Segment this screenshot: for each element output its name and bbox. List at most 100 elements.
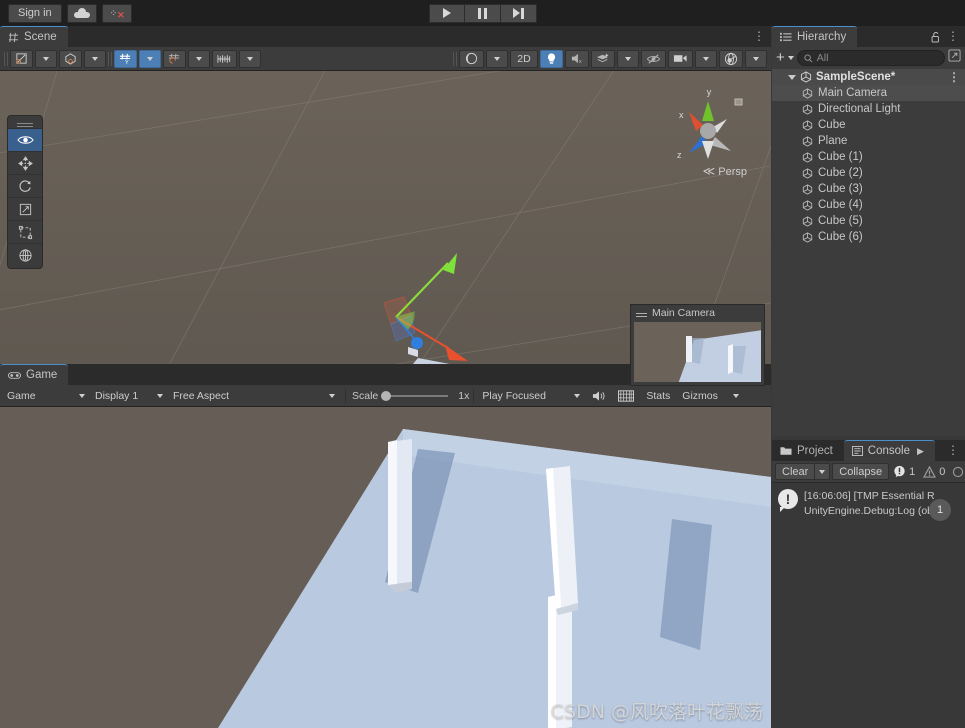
tab-hierarchy-label: Hierarchy xyxy=(797,31,847,43)
gizmos-icon[interactable] xyxy=(719,49,743,68)
console-log-list[interactable]: ! [16:06:06] [TMP Essential R UnityEngin… xyxy=(772,483,965,728)
ruler-dropdown[interactable] xyxy=(239,49,261,68)
hierarchy-item-cube-1[interactable]: Cube (1) xyxy=(772,149,965,165)
bug-report-icon[interactable]: ⁘ ✕ xyxy=(101,3,132,23)
game-scale-slider[interactable] xyxy=(381,390,449,401)
error-exclamation-icon xyxy=(894,465,905,478)
fx-dropdown[interactable] xyxy=(617,49,639,68)
game-focusmode-dropdown[interactable]: Play Focused xyxy=(479,387,585,405)
game-gizmos-dropdown[interactable] xyxy=(725,387,747,405)
pivot-icon[interactable] xyxy=(10,49,33,68)
scene-camera-dropdown[interactable] xyxy=(695,49,717,68)
console-menu-icon[interactable]: ⋮ xyxy=(947,444,959,456)
sign-in-button[interactable]: Sign in xyxy=(8,3,62,23)
2d-toggle-button[interactable]: 2D xyxy=(510,49,538,68)
grid-snapping-dropdown[interactable] xyxy=(139,49,161,68)
game-display-dropdown[interactable]: Display 1 xyxy=(92,387,168,405)
tab-console[interactable]: Console ▶ xyxy=(843,440,935,461)
scene-viewport[interactable]: y x z ≪ Persp Main Camera xyxy=(0,71,771,390)
hierarchy-item-label: Cube (4) xyxy=(818,199,863,211)
hierarchy-panel: Hierarchy ⋮ + All SampleScene* ⋮ Main Ca… xyxy=(772,26,965,436)
hierarchy-toolbar: + All xyxy=(772,47,965,69)
warning-triangle-icon xyxy=(923,465,937,478)
projection-mode-label[interactable]: ≪ Persp xyxy=(703,164,747,178)
console-clear-dropdown[interactable] xyxy=(814,463,831,480)
speaker-icon[interactable] xyxy=(587,387,611,405)
gameobject-icon xyxy=(802,119,813,131)
console-error-count[interactable]: 1 xyxy=(889,465,919,478)
pivot-dropdown[interactable] xyxy=(35,49,57,68)
play-button[interactable] xyxy=(428,3,465,23)
transform-tool[interactable] xyxy=(8,243,42,266)
global-local-dropdown[interactable] xyxy=(84,49,106,68)
hierarchy-item-cube-2[interactable]: Cube (2) xyxy=(772,165,965,181)
hierarchy-scene-row[interactable]: SampleScene* ⋮ xyxy=(772,69,965,85)
step-button[interactable] xyxy=(500,3,537,23)
shading-mode-icon[interactable] xyxy=(459,49,484,68)
chevron-right-icon[interactable]: ▶ xyxy=(917,446,924,457)
game-toolbar: Game Display 1 Free Aspect Scale 1x Play… xyxy=(0,385,771,407)
hierarchy-item-cube-6[interactable]: Cube (6) xyxy=(772,229,965,245)
tab-scene[interactable]: Scene xyxy=(0,26,68,47)
scene-panel-menu-icon[interactable]: ⋮ xyxy=(753,30,765,42)
stats-button[interactable]: Stats xyxy=(641,387,675,405)
palette-drag-handle[interactable] xyxy=(8,118,42,128)
game-gizmos-button[interactable]: Gizmos xyxy=(677,387,723,405)
log-line-2: UnityEngine.Debug:Log (ob xyxy=(804,505,934,517)
rect-transform-tool[interactable] xyxy=(8,220,42,243)
gizmos-dropdown[interactable] xyxy=(745,49,767,68)
log-line-1: [16:06:06] [TMP Essential R xyxy=(804,490,935,502)
hierarchy-menu-icon[interactable]: ⋮ xyxy=(947,30,959,42)
game-viewport[interactable] xyxy=(0,407,771,728)
pause-button[interactable] xyxy=(464,3,501,23)
hierarchy-item-directional-light[interactable]: Directional Light xyxy=(772,101,965,117)
filter-window-icon[interactable] xyxy=(948,49,961,67)
snap-increment-dropdown[interactable] xyxy=(188,49,210,68)
audio-mute-icon[interactable]: x xyxy=(565,49,589,68)
lighting-icon[interactable] xyxy=(540,49,563,68)
lock-open-icon[interactable] xyxy=(931,30,941,48)
snap-increment-icon[interactable] xyxy=(163,49,186,68)
hierarchy-item-main-camera[interactable]: Main Camera xyxy=(772,85,965,101)
grid-snapping-icon[interactable]: Y xyxy=(114,49,137,68)
hierarchy-item-cube-3[interactable]: Cube (3) xyxy=(772,181,965,197)
game-aspect-dropdown[interactable]: Free Aspect xyxy=(170,387,340,405)
shading-mode-dropdown[interactable] xyxy=(486,49,508,68)
console-collapse-button[interactable]: Collapse xyxy=(832,463,890,480)
console-log-entry[interactable]: ! [16:06:06] [TMP Essential R UnityEngin… xyxy=(772,483,965,521)
expand-arrow-icon[interactable] xyxy=(788,74,796,80)
scale-tool[interactable] xyxy=(8,197,42,220)
scene-view-panel: Scene ⋮ Y 2D x y x z ≪ Persp Main Camera xyxy=(0,26,771,390)
view-tool[interactable] xyxy=(8,128,42,151)
game-display-label: Display 1 xyxy=(95,389,139,402)
hierarchy-item-cube-5[interactable]: Cube (5) xyxy=(772,213,965,229)
hierarchy-tree[interactable]: SampleScene* ⋮ Main Camera Directional Li… xyxy=(772,69,965,436)
move-tool[interactable] xyxy=(8,151,42,174)
hierarchy-item-cube[interactable]: Cube xyxy=(772,117,965,133)
hierarchy-item-label: Cube (3) xyxy=(818,183,863,195)
hierarchy-search-input[interactable]: All xyxy=(796,50,945,66)
console-clear-button[interactable]: Clear xyxy=(775,463,815,480)
hierarchy-search-placeholder: All xyxy=(816,52,829,64)
hierarchy-add-button[interactable]: + xyxy=(776,50,794,65)
tab-hierarchy[interactable]: Hierarchy xyxy=(772,26,858,47)
console-info-count[interactable] xyxy=(949,466,965,478)
hierarchy-item-plane[interactable]: Plane xyxy=(772,133,965,149)
hierarchy-list-icon xyxy=(780,32,792,42)
global-local-icon[interactable] xyxy=(59,49,82,68)
hierarchy-item-cube-4[interactable]: Cube (4) xyxy=(772,197,965,213)
gizmo-x-label: x xyxy=(679,110,684,120)
rotate-tool[interactable] xyxy=(8,174,42,197)
fx-icon[interactable] xyxy=(591,49,615,68)
overlay-grid-icon[interactable] xyxy=(613,387,639,405)
hidden-objects-icon[interactable] xyxy=(641,49,666,68)
tab-game[interactable]: Game xyxy=(0,364,69,385)
tab-project[interactable]: Project xyxy=(772,440,844,461)
game-viewmode-dropdown[interactable]: Game xyxy=(4,387,90,405)
scene-row-menu-icon[interactable]: ⋮ xyxy=(948,70,960,84)
cloud-icon[interactable] xyxy=(66,3,97,23)
scene-camera-icon[interactable] xyxy=(668,49,693,68)
ruler-icon[interactable] xyxy=(212,49,237,68)
game-scale-value: 1x xyxy=(458,389,470,402)
console-warning-count[interactable]: 0 xyxy=(919,465,949,478)
